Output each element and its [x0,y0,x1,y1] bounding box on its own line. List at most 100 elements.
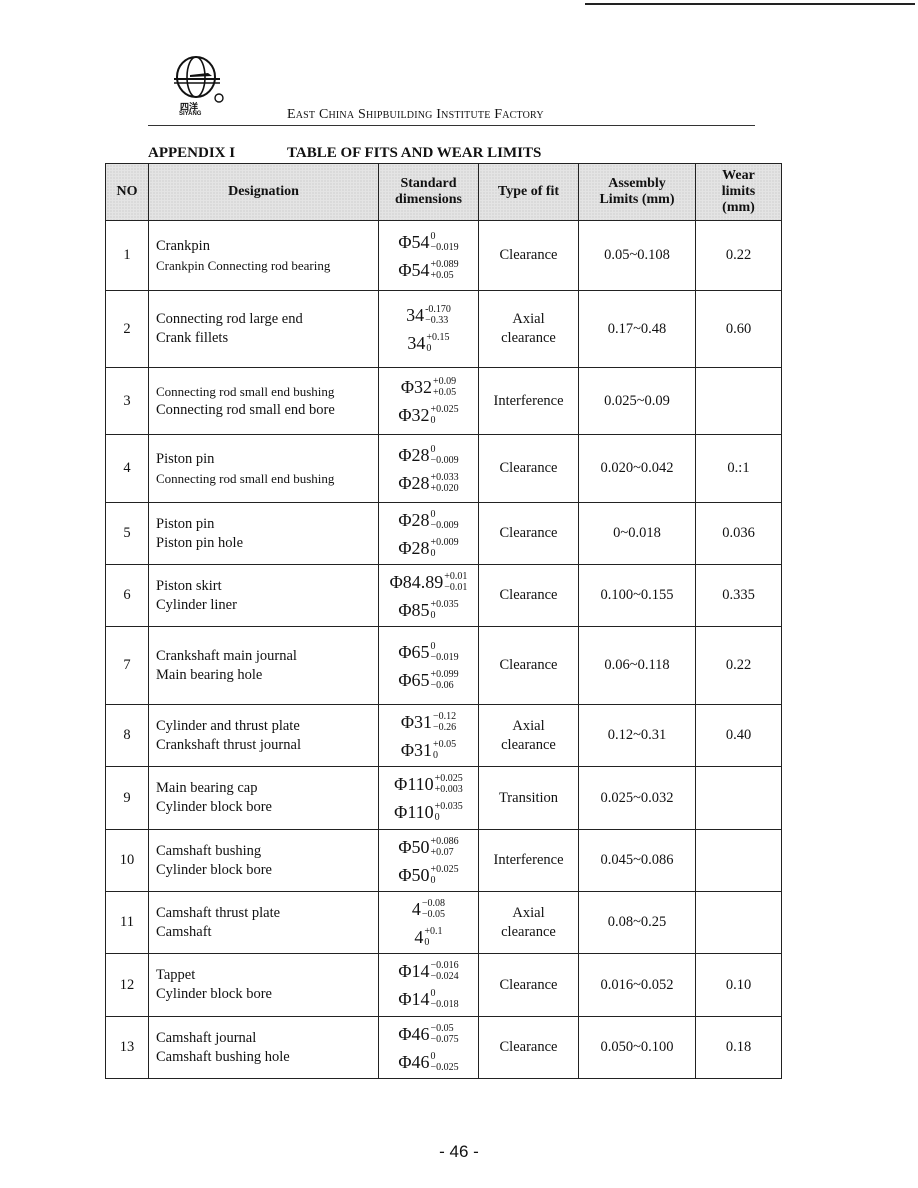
table-row: 5 Piston pin Piston pin hole Φ28 0 −0.009 Φ28 +… [105,502,782,565]
dimension-value: Φ84.89 +0.01 −0.01 [390,571,468,593]
nominal-size: Φ46 [398,1023,430,1044]
nominal-size: Φ65 [398,669,430,690]
dimension-cell: Φ32 +0.09 +0.05 Φ32 +0.025 0 [378,367,479,435]
wear-limit-cell: 0.60 [695,290,782,368]
table-row: 1 Crankpin Crankpin Connecting rod bearing… [105,220,782,291]
tolerance: -0.170 −0.33 [425,304,451,326]
wear-limit-cell: 0.18 [695,1016,782,1079]
designation-cell: Piston pin Piston pin hole [148,502,379,565]
type-of-fit-cell: Axial clearance [478,290,579,368]
upper-deviation: −0.08 [421,897,446,909]
fit-text: Clearance [499,657,558,673]
designation-cell: Crankshaft main journal Main bearing hole [148,626,379,705]
table-row: 13 Camshaft journal Camshaft bushing hole Φ… [105,1016,782,1079]
row-number: 13 [105,1016,149,1079]
designation-part: Connecting rod small end bushing [156,470,335,486]
lower-deviation: 0 [430,874,436,886]
upper-deviation: +0.01 [444,570,468,582]
dimension-value: Φ65 +0.099 −0.06 [398,669,458,691]
row-number: 4 [105,434,149,503]
nominal-size: Φ32 [400,377,433,397]
lower-deviation: −0.024 [430,971,459,982]
tolerance: +0.01 −0.01 [444,571,467,593]
lower-deviation: −0.009 [430,519,459,531]
header-no: NO [105,163,149,221]
type-of-fit-cell: Clearance [478,434,579,503]
dimension-value: Φ110 +0.025 +0.003 [394,773,463,795]
dimension-cell: Φ84.89 +0.01 −0.01 Φ85 +0.035 0 [378,564,479,627]
assembly-limits-cell: 0.05~0.108 [578,220,696,291]
dimension-value: Φ65 0 −0.019 [398,641,458,663]
row-number: 8 [105,704,149,767]
dimension-cell: Φ50 +0.086 +0.07 Φ50 +0.025 0 [378,829,479,892]
nominal-size: Φ28 [398,444,430,465]
fit-text: Transition [498,789,559,806]
lower-deviation: −0.05 [421,908,446,920]
header-assembly-limits: Assembly Limits (mm) [578,163,696,221]
header-standard-dimensions: Standard dimensions [378,163,479,221]
designation-cell: Camshaft bushing Cylinder block bore [148,829,379,892]
upper-deviation: 0 [430,640,436,652]
designation-part: Piston skirt [156,577,222,594]
type-of-fit-cell: Clearance [478,626,579,705]
tolerance: +0.15 0 [426,332,449,354]
upper-deviation: −0.016 [430,960,459,971]
wear-limit-cell: 0.:1 [695,434,782,503]
designation-cell: Main bearing cap Cylinder block bore [148,766,379,830]
nominal-size: Φ110 [394,802,434,822]
fit-text: Clearance [499,1039,558,1055]
designation-cell: Cylinder and thrust plate Crankshaft thru… [148,704,379,767]
dimension-value: 4 −0.08 −0.05 [412,898,445,920]
type-of-fit-cell: Interference [478,829,579,892]
lower-deviation: 0 [430,609,436,621]
tolerance: +0.099 −0.06 [431,669,459,691]
table-row: 2 Connecting rod large end Crank fillets 34… [105,290,782,368]
row-number: 2 [105,290,149,368]
designation-cell: Piston pin Connecting rod small end bushi… [148,434,379,503]
tolerance: 0 −0.018 [431,988,459,1010]
wear-limit-cell: 0.10 [695,953,782,1017]
dimension-value: Φ46 0 −0.025 [398,1051,458,1073]
type-of-fit-cell: Clearance [478,564,579,627]
fit-text: Clearance [499,460,558,476]
designation-part: Cylinder liner [156,596,237,613]
fits-table: NO Designation Standard dimensions Type o… [105,163,782,1079]
type-of-fit-cell: Axial clearance [478,891,579,954]
designation-part: Main bearing cap [156,780,258,796]
tolerance: 0 −0.019 [431,231,459,253]
table-title: TABLE OF FITS AND WEAR LIMITS [287,145,542,161]
lower-deviation: +0.020 [430,482,459,494]
nominal-size: Φ50 [398,836,430,857]
tolerance: −0.016 −0.024 [431,960,459,982]
designation-part: Cylinder block bore [156,986,272,1002]
lower-deviation: −0.01 [444,581,468,593]
upper-deviation: 0 [430,508,436,520]
upper-deviation: +0.025 [430,404,459,415]
table-row: 6 Piston skirt Cylinder liner Φ84.89 +0.01 −0… [105,564,782,627]
lower-deviation: +0.05 [430,269,454,281]
upper-deviation: 0 [430,230,436,242]
row-number: 11 [105,891,149,954]
nominal-size: 34 [407,333,426,353]
assembly-limits-cell: 0.016~0.052 [578,953,696,1017]
assembly-limits-cell: 0.050~0.100 [578,1016,696,1079]
designation-part: Crankshaft main journal [156,647,297,664]
lower-deviation: +0.07 [430,846,454,858]
wear-limit-cell: 0.22 [695,626,782,705]
nominal-size: 4 [414,926,424,947]
upper-deviation: +0.025 [434,773,463,784]
fit-text: Clearance [499,247,558,263]
designation-part: Camshaft [156,923,212,940]
designation-part: Camshaft journal [156,1029,257,1046]
upper-deviation: +0.1 [424,925,443,937]
assembly-limits-cell: 0~0.018 [578,502,696,565]
table-row: 10 Camshaft bushing Cylinder block bore Φ50… [105,829,782,892]
designation-part: Cylinder block bore [156,861,272,878]
tolerance: +0.09 +0.05 [433,376,456,398]
lower-deviation: −0.009 [430,454,459,466]
nominal-size: 34 [406,305,425,325]
upper-deviation: +0.025 [430,863,459,875]
upper-deviation: +0.009 [430,536,459,548]
nominal-size: Φ54 [398,231,430,252]
designation-part: Camshaft bushing hole [156,1048,290,1065]
